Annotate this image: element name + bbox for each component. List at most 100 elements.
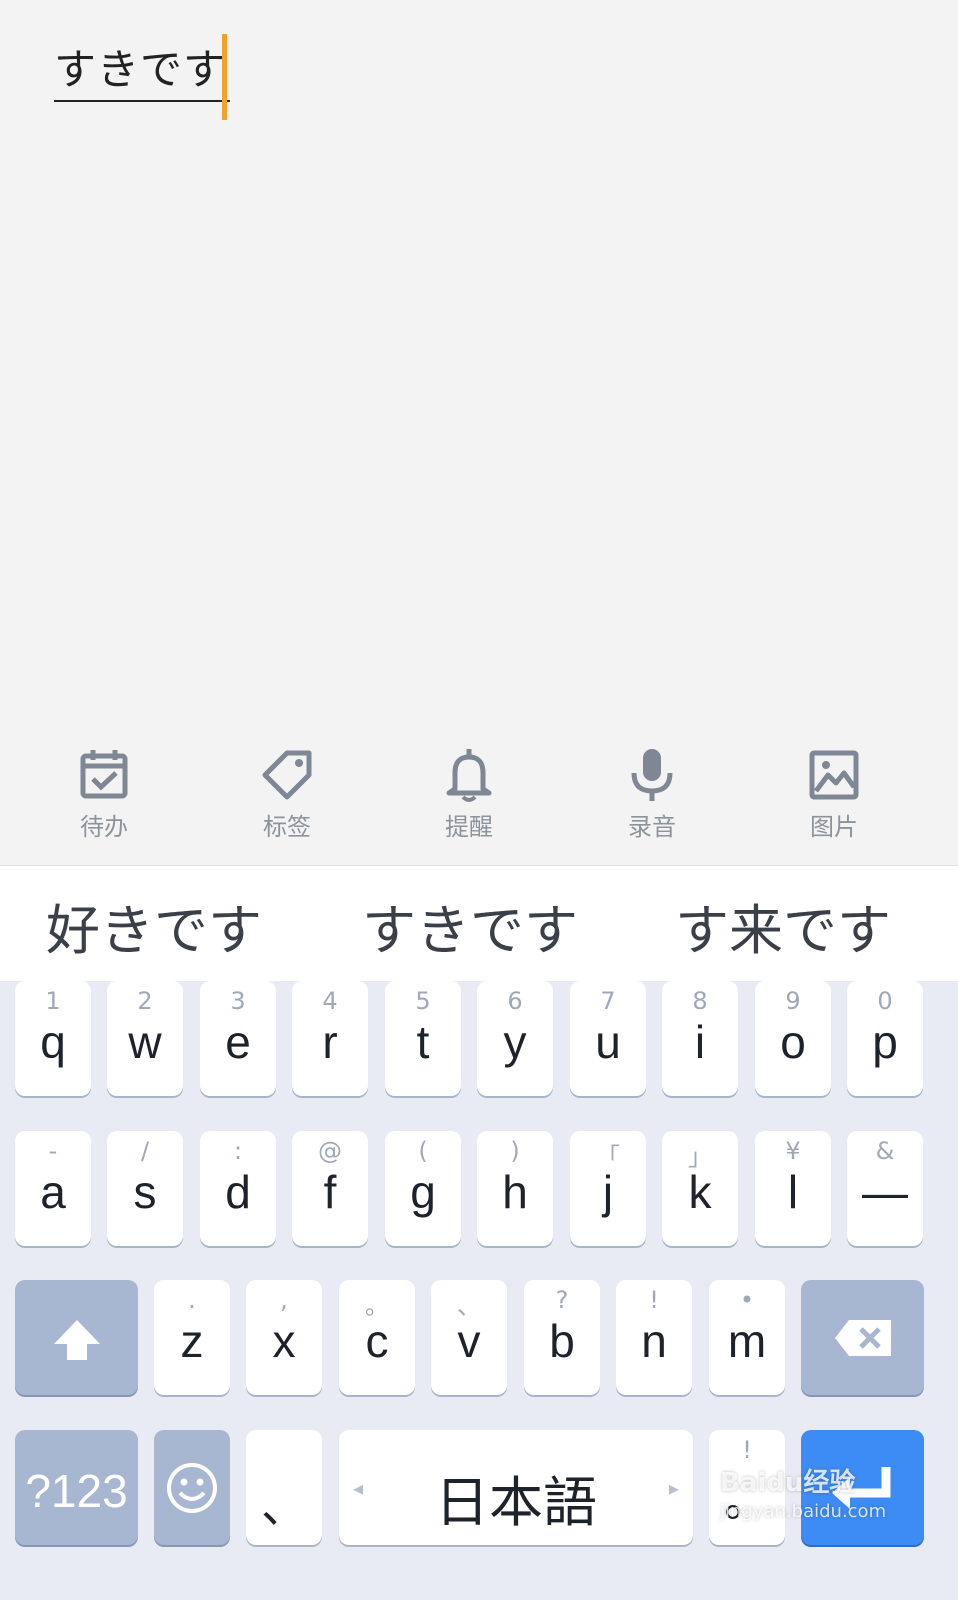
record-button[interactable]: 录音 bbox=[582, 745, 722, 842]
key-hint: ( bbox=[418, 1137, 428, 1165]
reminder-label: 提醒 bbox=[445, 813, 493, 841]
key-char: y bbox=[503, 1016, 527, 1068]
key-hint: : bbox=[233, 1137, 243, 1165]
key-char: o bbox=[780, 1016, 806, 1068]
key-f[interactable]: @ f bbox=[292, 1131, 368, 1246]
candidate-bar: 好きです すきです す来です bbox=[0, 866, 958, 981]
tag-label: 标签 bbox=[263, 813, 311, 841]
smiley-icon bbox=[167, 1463, 217, 1513]
key-char: h bbox=[502, 1166, 528, 1218]
space-key[interactable]: ◂ 日本語 ▸ bbox=[339, 1430, 693, 1545]
period-key-hint: ! bbox=[742, 1436, 752, 1464]
shift-arrow-icon bbox=[54, 1320, 100, 1360]
key-v[interactable]: 、 v bbox=[431, 1280, 507, 1395]
key-char: i bbox=[694, 1016, 706, 1068]
record-label: 录音 bbox=[628, 813, 676, 841]
key-r[interactable]: 4r bbox=[292, 981, 368, 1096]
key-char: p bbox=[872, 1016, 898, 1068]
candidate-3[interactable]: す来です bbox=[675, 886, 891, 965]
key-hint: • bbox=[739, 1286, 755, 1314]
key-char: x bbox=[272, 1315, 296, 1367]
watermark-brand: Baidu经验 bbox=[720, 1468, 856, 1498]
key-b[interactable]: ? b bbox=[524, 1280, 600, 1395]
key-char: a bbox=[40, 1166, 66, 1218]
key-i[interactable]: 8i bbox=[662, 981, 738, 1096]
comma-key-label: 、 bbox=[261, 1480, 307, 1532]
key-hint: ¥ bbox=[785, 1137, 801, 1165]
numbers-key[interactable]: ?123 bbox=[15, 1430, 138, 1545]
key-char: q bbox=[40, 1016, 66, 1068]
key-char: v bbox=[457, 1315, 481, 1367]
delete-key[interactable] bbox=[801, 1280, 924, 1395]
key-char: m bbox=[727, 1315, 767, 1367]
key-k[interactable]: 」 k bbox=[662, 1131, 738, 1246]
key-l[interactable]: ¥ l bbox=[755, 1131, 831, 1246]
bell-icon bbox=[446, 749, 492, 802]
note-editor[interactable]: すきです bbox=[0, 0, 958, 735]
key-n[interactable]: ! n bbox=[616, 1280, 692, 1395]
backspace-icon bbox=[835, 1320, 891, 1356]
key-char: k bbox=[688, 1166, 712, 1218]
watermark-url: jingyan.baidu.com bbox=[720, 1501, 887, 1522]
key-d[interactable]: :d bbox=[200, 1131, 276, 1246]
key-hint: 4 bbox=[322, 987, 338, 1015]
key-hint: / bbox=[140, 1137, 150, 1165]
key-s[interactable]: / s bbox=[107, 1131, 183, 1246]
key-char: n bbox=[641, 1315, 667, 1367]
key-hint: @ bbox=[318, 1137, 342, 1165]
key-a[interactable]: -a bbox=[15, 1131, 91, 1246]
key-m[interactable]: • m bbox=[709, 1280, 785, 1395]
key-char: s bbox=[133, 1166, 157, 1218]
candidate-1[interactable]: 好きです bbox=[46, 886, 262, 965]
tag-button[interactable]: 标签 bbox=[217, 745, 357, 842]
key-o[interactable]: 9o bbox=[755, 981, 831, 1096]
reminder-button[interactable]: 提醒 bbox=[399, 745, 539, 842]
key-e[interactable]: 3e bbox=[200, 981, 276, 1096]
key-u[interactable]: 7u bbox=[570, 981, 646, 1096]
key-char: l bbox=[787, 1166, 799, 1218]
key-y[interactable]: 6y bbox=[477, 981, 553, 1096]
key-g[interactable]: (g bbox=[385, 1131, 461, 1246]
note-toolbar: 待办 标签 提醒 录音 图片 bbox=[0, 735, 958, 866]
image-button[interactable]: 图片 bbox=[764, 745, 904, 842]
image-icon bbox=[809, 750, 859, 800]
comma-key[interactable]: 、 bbox=[246, 1430, 322, 1545]
key-char: j bbox=[602, 1166, 614, 1218]
key-w[interactable]: 2w bbox=[107, 981, 183, 1096]
key-c[interactable]: 。 c bbox=[339, 1280, 415, 1395]
todo-button[interactable]: 待办 bbox=[34, 745, 174, 842]
right-arrow-icon: ▸ bbox=[668, 1476, 679, 1500]
emoji-key[interactable] bbox=[154, 1430, 230, 1545]
key-z[interactable]: .z bbox=[154, 1280, 230, 1395]
key-t[interactable]: 5t bbox=[385, 981, 461, 1096]
numbers-key-label: ?123 bbox=[25, 1465, 128, 1517]
key-hint: 5 bbox=[415, 987, 431, 1015]
key-q[interactable]: 1q bbox=[15, 981, 91, 1096]
key-char: — bbox=[862, 1166, 908, 1218]
key-char: t bbox=[416, 1016, 430, 1068]
key-hint: ! bbox=[649, 1286, 659, 1314]
key-char: w bbox=[128, 1016, 162, 1068]
key-hint: 1 bbox=[45, 987, 61, 1015]
key-char: b bbox=[549, 1315, 575, 1367]
key-hint: . bbox=[188, 1286, 196, 1314]
candidate-2[interactable]: すきです bbox=[362, 886, 578, 965]
key-hint: 6 bbox=[507, 987, 523, 1015]
key-char: d bbox=[225, 1166, 251, 1218]
image-label: 图片 bbox=[810, 813, 858, 841]
key-char: c bbox=[365, 1315, 389, 1367]
composing-text[interactable]: すきです bbox=[54, 40, 231, 102]
key-hint: , bbox=[280, 1286, 288, 1314]
key-char: f bbox=[323, 1166, 337, 1218]
microphone-icon bbox=[631, 749, 673, 801]
key-p[interactable]: 0p bbox=[847, 981, 923, 1096]
key-j[interactable]: 「j bbox=[570, 1131, 646, 1246]
shift-key[interactable] bbox=[15, 1280, 138, 1395]
key-char: g bbox=[410, 1166, 436, 1218]
key-x[interactable]: ,x bbox=[246, 1280, 322, 1395]
text-caret bbox=[222, 34, 227, 120]
key-dash[interactable]: & — bbox=[847, 1131, 923, 1246]
key-hint: 7 bbox=[600, 987, 616, 1015]
key-h[interactable]: ) h bbox=[477, 1131, 553, 1246]
tag-icon bbox=[262, 750, 312, 800]
